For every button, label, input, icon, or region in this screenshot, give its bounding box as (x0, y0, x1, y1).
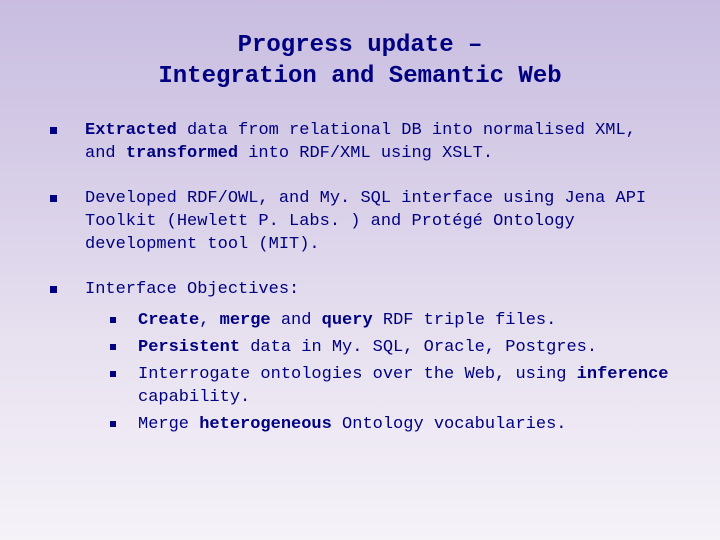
sub-bullet-item: Create, merge and query RDF triple files… (110, 310, 670, 333)
title-line-2: Integration and Semantic Web (158, 63, 561, 90)
bold-word: query (322, 311, 373, 330)
sub-bullet-list: Create, merge and query RDF triple files… (110, 310, 670, 437)
bullet-item: Extracted data from relational DB into n… (50, 120, 670, 166)
bold-word: inference (577, 365, 669, 384)
sub-bullet-text: Interrogate ontologies over the Web, usi… (138, 364, 670, 410)
sub-bullet-item: Persistent data in My. SQL, Oracle, Post… (110, 337, 670, 360)
bold-word: Persistent (138, 338, 240, 357)
text-run: , (199, 311, 219, 330)
square-bullet-icon (110, 317, 116, 323)
square-bullet-icon (110, 344, 116, 350)
bullet-item: Developed RDF/OWL, and My. SQL interface… (50, 188, 670, 257)
sub-bullet-text: Persistent data in My. SQL, Oracle, Post… (138, 337, 670, 360)
bullet-item: Interface Objectives: (50, 279, 670, 302)
text-run: into RDF/XML using XSLT. (238, 144, 493, 163)
bullet-text: Developed RDF/OWL, and My. SQL interface… (85, 188, 670, 257)
slide-title: Progress update – Integration and Semant… (50, 30, 670, 92)
bullet-text: Extracted data from relational DB into n… (85, 120, 670, 166)
square-bullet-icon (50, 195, 57, 202)
bullet-list: Extracted data from relational DB into n… (50, 120, 670, 302)
square-bullet-icon (110, 371, 116, 377)
bold-word: Create (138, 311, 199, 330)
sub-bullet-item: Interrogate ontologies over the Web, usi… (110, 364, 670, 410)
text-run: data in My. SQL, Oracle, Postgres. (240, 338, 597, 357)
bold-word: heterogeneous (199, 415, 332, 434)
bold-word: Extracted (85, 121, 177, 140)
text-run: RDF triple files. (373, 311, 557, 330)
bold-word: transformed (126, 144, 238, 163)
text-run: Ontology vocabularies. (332, 415, 567, 434)
text-run: capability. (138, 388, 250, 407)
title-line-1: Progress update – (238, 32, 483, 59)
bold-word: merge (220, 311, 271, 330)
text-run: and (271, 311, 322, 330)
sub-bullet-text: Merge heterogeneous Ontology vocabularie… (138, 414, 670, 437)
text-run: Interrogate ontologies over the Web, usi… (138, 365, 577, 384)
square-bullet-icon (50, 127, 57, 134)
sub-bullet-item: Merge heterogeneous Ontology vocabularie… (110, 414, 670, 437)
square-bullet-icon (50, 286, 57, 293)
sub-bullet-text: Create, merge and query RDF triple files… (138, 310, 670, 333)
text-run: Merge (138, 415, 199, 434)
square-bullet-icon (110, 421, 116, 427)
bullet-text: Interface Objectives: (85, 279, 670, 302)
